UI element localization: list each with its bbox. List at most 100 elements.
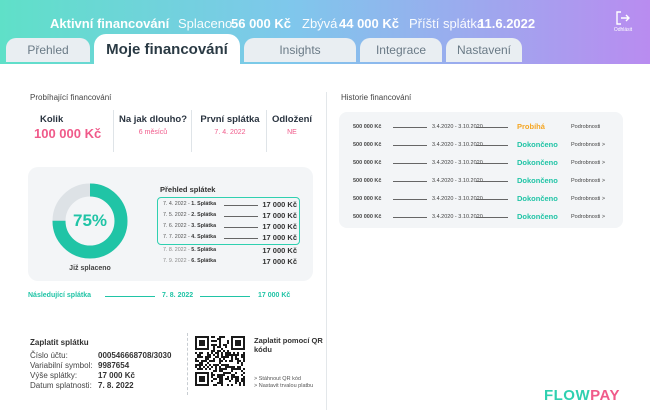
qr-code-icon[interactable] <box>195 336 245 386</box>
history-row: 500 000 Kč 3.4.2020 - 3.10.2020 Dokončeno P… <box>339 194 623 206</box>
deferral-column: Odložení NE <box>270 114 314 136</box>
divider <box>393 145 427 146</box>
logout-button[interactable]: Odhlásit <box>610 10 636 33</box>
history-row: 500 000 Kč 3.4.2020 - 3.10.2020 Probíhá Pod… <box>339 122 623 134</box>
next-payment-label: Příští splátka <box>409 16 485 31</box>
divider <box>476 163 508 164</box>
flowpay-logo: FLOWPAY <box>543 387 620 404</box>
installment-row: 7. 5. 2022 - 2. Splátka 17 000 Kč <box>163 211 297 221</box>
history-amount: 500 000 Kč <box>353 196 382 202</box>
installment-date-text: 7. 9. 2022 - <box>163 258 192 264</box>
installment-name: 3. Splátka <box>191 223 217 229</box>
history-status: Dokončeno <box>517 140 558 149</box>
history-amount: 500 000 Kč <box>353 142 382 148</box>
divider <box>393 127 427 128</box>
history-row: 500 000 Kč 3.4.2020 - 3.10.2020 Dokončeno P… <box>339 176 623 188</box>
logout-icon <box>616 11 630 25</box>
pay-row-key: Číslo účtu: <box>30 351 68 360</box>
divider <box>476 181 508 182</box>
installment-date-text: 7. 8. 2022 - <box>163 247 192 253</box>
first-payment-value: 7. 4. 2022 <box>214 129 246 136</box>
divider <box>393 217 427 218</box>
history-details-link[interactable]: Podrobnosti > <box>571 160 605 166</box>
history-details-link[interactable]: Podrobnosti <box>571 124 600 130</box>
installment-amount: 17 000 Kč <box>262 233 297 242</box>
history-row: 500 000 Kč 3.4.2020 - 3.10.2020 Dokončeno P… <box>339 140 623 152</box>
history-details-link[interactable]: Podrobnosti > <box>571 142 605 148</box>
installment-row: 7. 6. 2022 - 3. Splátka 17 000 Kč <box>163 222 297 232</box>
history-amount: 500 000 Kč <box>353 160 382 166</box>
pay-installment-title: Zaplatit splátku <box>30 338 89 347</box>
first-payment-column: První splátka 7. 4. 2022 <box>196 114 264 136</box>
paid-label: Splaceno <box>178 16 233 31</box>
active-financing-label: Aktivní financování <box>50 16 170 31</box>
amount-label: Kolik <box>40 114 64 125</box>
next-payment-row-label: Následující splátka <box>28 292 92 299</box>
divider <box>224 227 258 228</box>
tab-overview[interactable]: Přehled <box>6 38 90 62</box>
history-details-link[interactable]: Podrobnosti > <box>571 196 605 202</box>
divider <box>105 296 155 297</box>
remaining-label: Zbývá <box>302 16 338 31</box>
divider <box>191 110 192 152</box>
history-details-link[interactable]: Podrobnosti > <box>571 214 605 220</box>
history-amount: 500 000 Kč <box>353 214 382 220</box>
tab-settings[interactable]: Nastavení <box>446 38 522 62</box>
history-amount: 500 000 Kč <box>353 178 382 184</box>
history-title: Historie financování <box>341 93 412 102</box>
installment-name: 6. Splátka <box>191 258 217 264</box>
qr-title: Zaplatit pomocí QR kódu <box>254 336 323 354</box>
installment-date-text: 7. 7. 2022 - <box>163 234 192 240</box>
divider <box>224 205 258 206</box>
standing-order-link[interactable]: > Nastavit trvalou platbu <box>254 383 313 389</box>
plan-title: Přehled splátek <box>160 185 216 194</box>
divider <box>224 238 258 239</box>
installment-row: 7. 7. 2022 - 4. Splátka 17 000 Kč <box>163 233 297 243</box>
first-payment-label: První splátka <box>200 114 260 125</box>
next-payment-value: 11.6.2022 <box>478 16 536 31</box>
installment-amount: 17 000 Kč <box>262 257 297 266</box>
status-row: Aktivní financování Splaceno 56 000 Kč Z… <box>0 16 650 34</box>
duration-label: Na jak dlouho? <box>118 114 188 125</box>
history-row: 500 000 Kč 3.4.2020 - 3.10.2020 Dokončeno P… <box>339 212 623 224</box>
pay-row: Číslo účtu: 000546668708/3030 <box>30 351 190 361</box>
installment-date: 7. 9. 2022 - 6. Splátka <box>163 258 216 264</box>
installment-row: 7. 8. 2022 - 5. Splátka 17 000 Kč <box>163 246 297 256</box>
divider <box>113 110 114 152</box>
download-qr-link[interactable]: > Stáhnout QR kód <box>254 376 301 382</box>
pay-row-key: Výše splátky: <box>30 371 78 380</box>
pay-row: Datum splatnosti: 7. 8. 2022 <box>30 381 190 391</box>
history-details-link[interactable]: Podrobnosti > <box>571 178 605 184</box>
installment-date: 7. 8. 2022 - 5. Splátka <box>163 247 216 253</box>
pay-row: Výše splátky: 17 000 Kč <box>30 371 190 381</box>
divider <box>476 217 508 218</box>
paid-value: 56 000 Kč <box>231 16 291 31</box>
installment-date: 7. 4. 2022 - 1. Splátka <box>163 201 216 207</box>
divider <box>224 216 258 217</box>
remaining-value: 44 000 Kč <box>339 16 399 31</box>
next-payment-amount: 17 000 Kč <box>258 292 291 299</box>
installment-date: 7. 6. 2022 - 3. Splátka <box>163 223 216 229</box>
deferral-label: Odložení <box>271 114 313 125</box>
installment-row: 7. 9. 2022 - 6. Splátka 17 000 Kč <box>163 257 297 267</box>
installment-amount: 17 000 Kč <box>262 222 297 231</box>
history-amount: 500 000 Kč <box>353 124 382 130</box>
pay-row: Variabilní symbol: 9987654 <box>30 361 190 371</box>
divider <box>393 199 427 200</box>
pay-row-key: Datum splatnosti: <box>30 381 92 390</box>
tab-my-financing[interactable]: Moje financování <box>94 34 240 64</box>
history-status: Dokončeno <box>517 176 558 185</box>
divider <box>200 296 250 297</box>
installment-amount: 17 000 Kč <box>262 211 297 220</box>
divider <box>266 110 267 152</box>
history-row: 500 000 Kč 3.4.2020 - 3.10.2020 Dokončeno P… <box>339 158 623 170</box>
installment-date-text: 7. 5. 2022 - <box>163 212 192 218</box>
progress-caption: Již splaceno <box>69 265 111 272</box>
divider <box>476 127 508 128</box>
progress-percent: 75% <box>72 211 108 230</box>
divider <box>326 92 327 410</box>
tab-integrations[interactable]: Integrace <box>360 38 442 62</box>
pay-row-value: 7. 8. 2022 <box>98 381 134 390</box>
tab-insights[interactable]: Insights <box>244 38 356 62</box>
next-payment-date: 7. 8. 2022 <box>162 292 194 299</box>
